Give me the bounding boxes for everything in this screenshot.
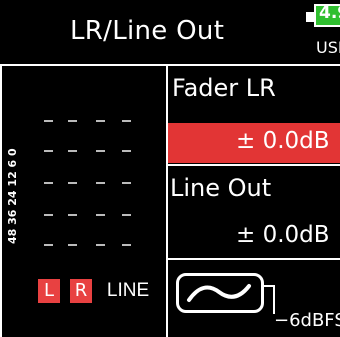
fader-lr-label: Fader LR <box>172 74 276 102</box>
header-divider <box>0 64 340 66</box>
left-frame <box>0 64 2 337</box>
meter-scale: 48 36 24 12 6 0 <box>6 148 19 244</box>
param-divider-2 <box>166 258 340 260</box>
battery-icon-nub <box>306 12 314 22</box>
line-indicator[interactable]: LINE <box>102 279 154 303</box>
page-title: LR/Line Out <box>70 16 225 46</box>
filter-level-caption: −6dBFS <box>274 310 340 331</box>
column-divider <box>166 64 168 337</box>
wave-icon <box>187 284 251 302</box>
channel-l-indicator[interactable]: L <box>38 279 60 303</box>
param-divider-1 <box>166 164 340 166</box>
channel-r-indicator[interactable]: R <box>70 279 92 303</box>
line-out-value[interactable]: ± 0.0dB <box>236 222 330 248</box>
line-out-label: Line Out <box>170 174 272 202</box>
fader-lr-value[interactable]: ± 0.0dB <box>236 128 330 154</box>
filter-button[interactable] <box>176 273 264 313</box>
battery-voltage: 4.9 <box>319 3 340 23</box>
power-source-label: USB <box>316 38 340 57</box>
